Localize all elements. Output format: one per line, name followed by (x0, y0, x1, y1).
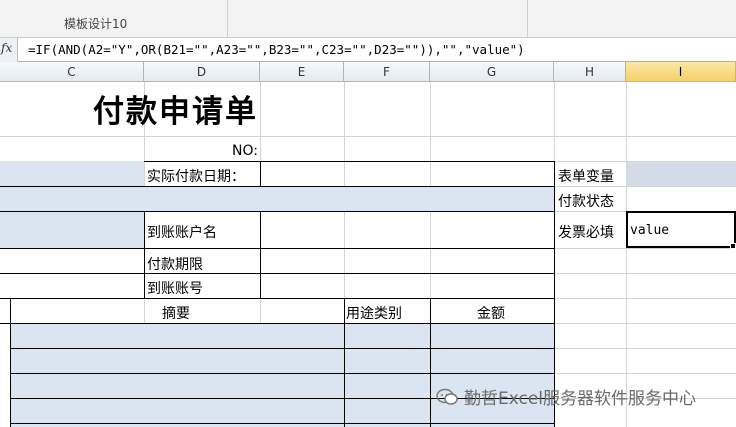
border-line (0, 273, 554, 274)
category-header: 用途类别 (346, 306, 402, 322)
pay-term-label: 付款期限 (147, 257, 203, 273)
category-column[interactable] (344, 323, 430, 427)
column-header-e[interactable]: E (260, 62, 344, 82)
border-line (0, 211, 554, 212)
summary-header: 摘要 (162, 306, 190, 322)
form-title: 付款申请单 (93, 94, 258, 130)
border-line (430, 298, 431, 427)
form-var-value-cell[interactable] (626, 161, 736, 186)
account-no-label: 到账账号 (147, 281, 203, 297)
grid-line (554, 298, 736, 299)
border-line (0, 186, 554, 187)
border-line (260, 161, 261, 186)
border-line (144, 211, 145, 298)
column-header-i[interactable]: I (626, 62, 736, 82)
fill-handle[interactable] (730, 243, 736, 249)
grid-line (554, 373, 736, 374)
column-header-c[interactable]: C (0, 62, 144, 82)
selected-cell-value: value (630, 223, 670, 238)
border-line (10, 348, 554, 349)
account-name-label: 到账账户名 (147, 225, 217, 241)
grid-line (554, 348, 736, 349)
formula-input[interactable]: =IF(AND(A2="Y",OR(B21="",A23="",B23="",C… (28, 42, 525, 57)
grid-line (626, 82, 627, 427)
actual-pay-date-label: 实际付款日期： (147, 169, 245, 185)
form-var-label: 表单变量 (558, 169, 614, 185)
amount-column[interactable] (430, 323, 554, 427)
column-header-g[interactable]: G (430, 62, 554, 82)
border-line (10, 373, 554, 374)
border-line (260, 211, 261, 298)
watermark: 勤哲Excel服务器软件服务中心 (436, 384, 696, 409)
border-line (144, 161, 554, 162)
watermark-text: 勤哲Excel服务器软件服务中心 (464, 389, 697, 409)
grid-line (554, 186, 736, 187)
column-header-f[interactable]: F (344, 62, 430, 82)
grid-line (554, 248, 736, 249)
grid-line (554, 323, 736, 324)
amount-header: 金额 (477, 306, 505, 322)
filled-cell[interactable] (0, 211, 144, 248)
grid-line (0, 136, 736, 137)
column-header-h[interactable]: H (554, 62, 626, 82)
summary-column[interactable] (10, 323, 344, 427)
border-line (0, 323, 554, 324)
no-label: NO: (232, 143, 258, 159)
ribbon-label[interactable]: 模板设计10 (64, 15, 127, 32)
border-line (10, 423, 554, 424)
invoice-required-label: 发票必填 (558, 225, 614, 241)
fx-icon[interactable]: fx (1, 41, 12, 55)
filled-cell[interactable] (0, 161, 144, 186)
border-line (344, 298, 345, 427)
border-line (10, 298, 11, 427)
border-line (0, 298, 554, 299)
filled-cell[interactable] (0, 186, 554, 211)
pay-status-label: 付款状态 (558, 194, 614, 210)
wechat-icon (436, 388, 458, 405)
column-header-d[interactable]: D (144, 62, 260, 82)
grid-line (554, 273, 736, 274)
ribbon-group (228, 0, 528, 38)
border-line (0, 248, 554, 249)
